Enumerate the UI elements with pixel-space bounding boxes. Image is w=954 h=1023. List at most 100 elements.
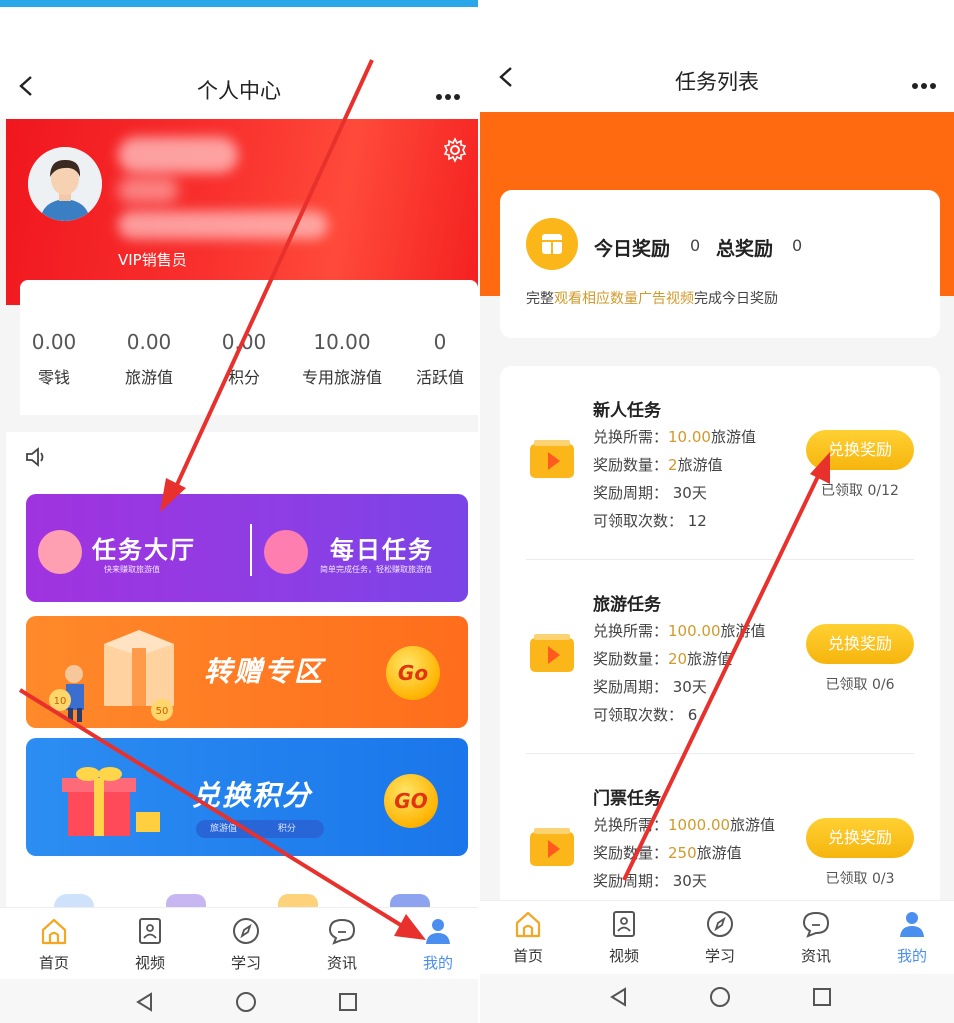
tab-label: 资讯: [326, 954, 357, 972]
stat-value: 10.00: [313, 330, 371, 354]
task-hall-icon: [38, 530, 82, 574]
top-navbar: 任务列表: [480, 0, 954, 112]
exchange-points-banner[interactable]: 兑换积分 旅游值 积分 GO: [26, 738, 468, 856]
task-name: 门票任务: [593, 789, 661, 809]
redeem-reward-button[interactable]: 兑换奖励: [806, 430, 914, 470]
system-recent-icon[interactable]: [337, 991, 359, 1013]
task-reward-period: 奖励周期： 30天: [593, 484, 707, 502]
tab-label: 首页: [38, 954, 69, 972]
system-back-icon[interactable]: [134, 991, 156, 1013]
page-title: 个人中心: [197, 79, 281, 103]
stat-points[interactable]: 0.00 积分: [199, 330, 289, 388]
total-reward-label: 总奖励: [716, 238, 774, 260]
task-reward-amount: 奖励数量：20旅游值: [593, 650, 733, 668]
tab-home[interactable]: 首页: [19, 916, 89, 973]
system-nav-bar: [0, 979, 478, 1023]
account-stats-card: 0.00 零钱 0.00 旅游值 0.00 积分 10.00 专用旅游值 0 活…: [20, 280, 478, 415]
tab-video[interactable]: 视频: [115, 916, 185, 973]
task-claim-times: 可领取次数： 12: [593, 512, 707, 530]
top-navbar: 个人中心: [0, 7, 478, 119]
task-reward-period: 奖励周期： 30天: [593, 678, 707, 696]
desc-highlight: 观看相应数量广告视频: [554, 291, 694, 307]
stat-value: 0.00: [31, 330, 77, 354]
stat-value: 0: [433, 330, 447, 354]
reward-description: 完整观看相应数量广告视频完成今日奖励: [526, 288, 778, 308]
chat-icon: [328, 918, 356, 945]
task-item-newcomer: 新人任务 兑换所需：10.00旅游值 奖励数量：2旅游值 奖励周期： 30天 可…: [500, 366, 940, 560]
task-list-screen: 任务列表 今日奖励 0 总奖励 0 完整观看相应数量广告视频完成今日奖励 新人任…: [480, 0, 954, 1023]
tab-home[interactable]: 首页: [493, 909, 563, 966]
claim-status: 已领取 0/12: [821, 483, 899, 499]
task-hall-button[interactable]: 任务大厅: [92, 530, 196, 565]
home-icon: [41, 918, 67, 945]
claim-status: 已领取 0/6: [825, 677, 895, 693]
transfer-go-button[interactable]: Go: [386, 646, 440, 700]
task-item-travel: 旅游任务 兑换所需：100.00旅游值 奖励数量：20旅游值 奖励周期： 30天…: [500, 560, 940, 754]
desc-prefix: 完整: [526, 291, 554, 307]
blurred-info: [118, 177, 178, 203]
tab-study[interactable]: 学习: [211, 916, 281, 973]
stat-value: 0.00: [126, 330, 172, 354]
tab-mine[interactable]: 我的: [403, 916, 473, 973]
daily-task-button[interactable]: 每日任务: [330, 530, 434, 565]
task-hall-subtitle: 快来赚取旅游值: [104, 565, 160, 574]
task-list: 新人任务 兑换所需：10.00旅游值 奖励数量：2旅游值 奖励周期： 30天 可…: [500, 366, 940, 926]
blurred-user-id: [118, 211, 328, 239]
task-reward-amount: 奖励数量：2旅游值: [593, 456, 723, 474]
bottom-tab-bar: 首页 视频 学习 资讯 我的: [0, 907, 478, 979]
more-menu-icon[interactable]: [912, 74, 940, 89]
system-back-icon[interactable]: [608, 986, 630, 1008]
exchange-points-title: 兑换积分: [192, 779, 313, 812]
page-title: 任务列表: [675, 70, 759, 94]
system-nav-bar: [480, 974, 954, 1023]
video-icon: [613, 911, 635, 937]
video-play-icon: [530, 440, 574, 478]
tab-news[interactable]: 资讯: [307, 916, 377, 973]
stat-label: 活跃值: [415, 368, 464, 387]
transfer-zone-title: 转赠专区: [204, 655, 325, 688]
exchange-go-button[interactable]: GO: [384, 774, 438, 828]
redeem-reward-button[interactable]: 兑换奖励: [806, 624, 914, 664]
stat-label: 旅游值: [124, 368, 173, 387]
transfer-zone-banner[interactable]: 50 10 转赠专区 Go: [26, 616, 468, 728]
redeem-reward-button[interactable]: 兑换奖励: [806, 818, 914, 858]
task-name: 旅游任务: [593, 595, 661, 615]
system-home-icon[interactable]: [235, 991, 257, 1013]
daily-task-subtitle: 简单完成任务，轻松赚取旅游值: [320, 565, 432, 574]
task-name: 新人任务: [593, 401, 661, 421]
exchange-pill: 旅游值 积分: [196, 820, 324, 838]
user-icon: [900, 912, 924, 937]
stat-value: 0.00: [221, 330, 267, 354]
avatar[interactable]: [28, 147, 102, 221]
home-icon: [515, 911, 541, 938]
tab-label: 资讯: [800, 947, 831, 965]
system-home-icon[interactable]: [709, 986, 731, 1008]
partial-shortcut-icon: [166, 894, 206, 907]
partial-shortcut-icon: [54, 894, 94, 907]
stat-special-travel-value[interactable]: 10.00 专用旅游值: [297, 330, 387, 388]
tab-study[interactable]: 学习: [685, 909, 755, 966]
more-menu-icon[interactable]: [436, 85, 464, 100]
calendar-reward-icon: [526, 218, 578, 270]
stat-travel-value[interactable]: 0.00 旅游值: [104, 330, 194, 388]
settings-gear-icon[interactable]: [442, 137, 468, 163]
stat-activity[interactable]: 0 活跃值: [395, 330, 478, 388]
banner-divider: [250, 524, 252, 576]
tab-news[interactable]: 资讯: [781, 909, 851, 966]
stat-label: 专用旅游值: [301, 368, 382, 387]
tab-mine[interactable]: 我的: [877, 909, 947, 966]
compass-icon: [233, 918, 259, 944]
task-hall-banner: 任务大厅 快来赚取旅游值 每日任务 简单完成任务，轻松赚取旅游值: [26, 494, 468, 602]
coin-50: 50: [156, 706, 169, 717]
compass-icon: [707, 911, 733, 937]
system-recent-icon[interactable]: [811, 986, 833, 1008]
stat-change[interactable]: 0.00 零钱: [9, 330, 99, 388]
video-play-icon: [530, 828, 574, 866]
task-exchange-requirement: 兑换所需：100.00旅游值: [593, 622, 766, 640]
pill-travel-label: 旅游值: [210, 824, 238, 834]
tab-video[interactable]: 视频: [589, 909, 659, 966]
gift-illustration: [62, 767, 160, 836]
tab-label: 我的: [422, 954, 453, 972]
tab-label: 我的: [896, 947, 927, 965]
task-exchange-requirement: 兑换所需：10.00旅游值: [593, 428, 756, 446]
